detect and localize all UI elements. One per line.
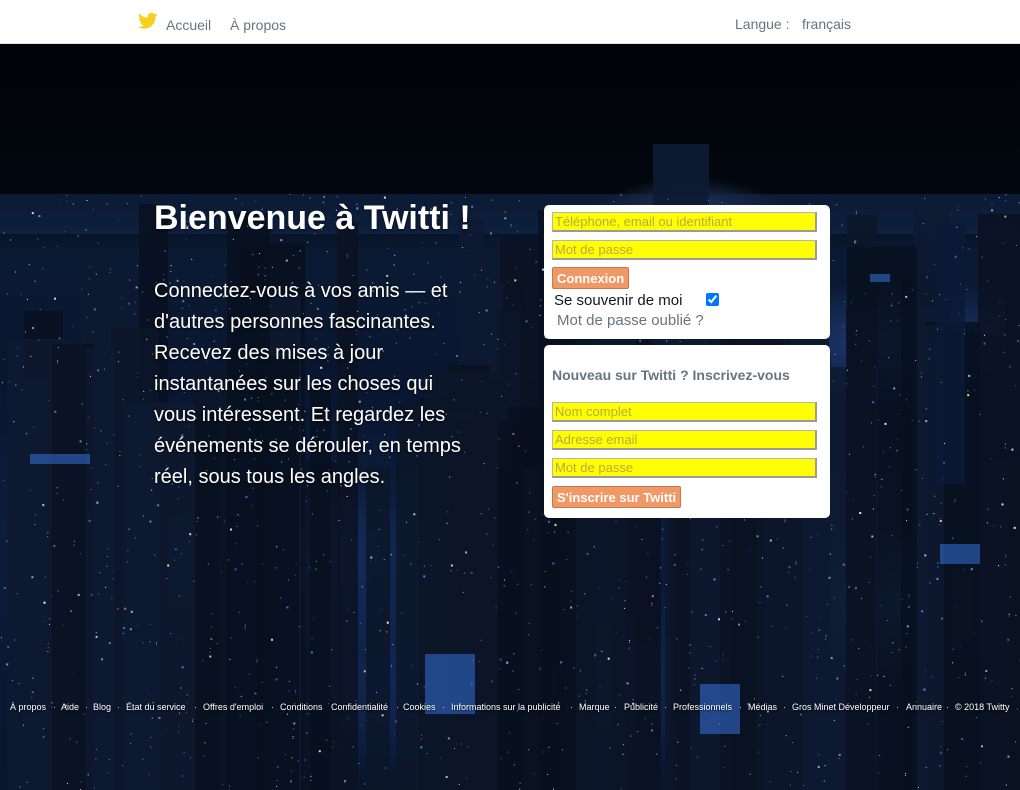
full-name-input[interactable] bbox=[552, 402, 817, 422]
nav-about-link[interactable]: À propos bbox=[230, 17, 286, 33]
remember-me-label: Se souvenir de moi bbox=[554, 292, 683, 309]
city-skyline-image bbox=[0, 144, 1020, 790]
welcome-text: Connectez-vous à vos amis — et d'autres … bbox=[154, 280, 461, 488]
footer-link-help[interactable]: Aide bbox=[61, 702, 79, 712]
footer-link-business[interactable]: Professionnels bbox=[673, 702, 732, 712]
footer-separator: · bbox=[85, 702, 88, 712]
footer-separator: · bbox=[194, 702, 197, 712]
remember-me-checkbox[interactable] bbox=[706, 293, 719, 306]
nav-home-link[interactable]: Accueil bbox=[166, 17, 211, 33]
footer-separator: · bbox=[614, 702, 617, 712]
footer-link-status[interactable]: État du service bbox=[126, 702, 186, 712]
forgot-password-link[interactable]: Mot de passe oublié ? bbox=[557, 312, 704, 329]
footer-link-terms[interactable]: Conditions bbox=[280, 702, 323, 712]
footer-separator: · bbox=[783, 702, 786, 712]
footer-separator: · bbox=[739, 702, 742, 712]
footer-link-advertising[interactable]: Publicité bbox=[624, 702, 658, 712]
footer-separator: · bbox=[396, 702, 399, 712]
footer-link-directory[interactable]: Annuaire bbox=[906, 702, 942, 712]
footer-separator: · bbox=[664, 702, 667, 712]
hero-background bbox=[0, 44, 1020, 790]
language-selector[interactable]: français bbox=[802, 16, 851, 32]
footer-copyright: © 2018 Twitty bbox=[955, 702, 1010, 712]
footer-separator: · bbox=[946, 702, 949, 712]
footer-link-developers[interactable]: Gros Minet Développeur bbox=[792, 702, 890, 712]
signup-password-input[interactable] bbox=[552, 458, 817, 478]
signup-button[interactable]: S'inscrire sur Twitti bbox=[552, 486, 682, 508]
login-button[interactable]: Connexion bbox=[552, 267, 630, 289]
login-form: Connexion Se souvenir de moi Mot de pass… bbox=[544, 205, 830, 339]
welcome-title: Bienvenue à Twitti ! bbox=[154, 199, 471, 237]
footer-separator: · bbox=[896, 702, 899, 712]
footer-link-jobs[interactable]: Offres d'emploi bbox=[203, 702, 263, 712]
top-navigation-bar: Accueil À propos Langue : français bbox=[0, 0, 1020, 44]
signup-title: Nouveau sur Twitti ? Inscrivez-vous bbox=[552, 367, 790, 383]
footer-link-cookies[interactable]: Cookies bbox=[403, 702, 436, 712]
footer-link-blog[interactable]: Blog bbox=[93, 702, 111, 712]
footer-separator: · bbox=[442, 702, 445, 712]
footer-separator: · bbox=[271, 702, 274, 712]
footer-link-brand[interactable]: Marque bbox=[579, 702, 610, 712]
footer-separator: · bbox=[117, 702, 120, 712]
footer-separator: · bbox=[570, 702, 573, 712]
footer-link-privacy[interactable]: Confidentialité bbox=[331, 702, 388, 712]
password-input[interactable] bbox=[552, 240, 817, 260]
language-label: Langue : bbox=[735, 16, 790, 32]
signup-form: Nouveau sur Twitti ? Inscrivez-vous S'in… bbox=[544, 345, 830, 518]
email-input[interactable] bbox=[552, 430, 817, 450]
footer-link-about[interactable]: À propos bbox=[10, 702, 46, 712]
footer-separator: · bbox=[53, 702, 56, 712]
footer-link-media[interactable]: Médias bbox=[748, 702, 777, 712]
bird-icon[interactable] bbox=[138, 12, 158, 30]
footer-link-ads-info[interactable]: Informations sur la publicité bbox=[451, 702, 561, 712]
username-input[interactable] bbox=[552, 212, 817, 232]
